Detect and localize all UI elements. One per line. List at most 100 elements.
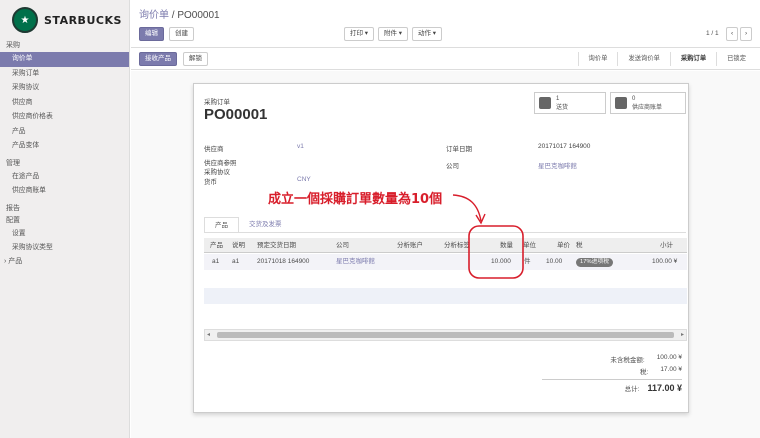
breadcrumb: 询价单 / PO00001 (139, 6, 220, 21)
annotation-text: 成立一個採購訂單數量為10個 (268, 192, 443, 207)
row-uom: 件 (524, 258, 531, 265)
menu-item-incoming-products[interactable]: 在途产品 (0, 170, 129, 185)
form-tabs: 产品 交货及发票 (204, 217, 292, 233)
order-date-label: 订单日期 (446, 146, 472, 153)
menu-item-products[interactable]: 产品 (0, 125, 129, 140)
menu-item-vendor-pricelists[interactable]: 供应商价格表 (0, 110, 129, 125)
col-unit-price[interactable]: 单价 (557, 238, 570, 253)
horizontal-scrollbar[interactable]: ◂ ▸ (204, 329, 687, 341)
menu-item-purchase-agreements[interactable]: 采购协议 (0, 81, 129, 96)
status-step-purchase-order[interactable]: 采购订单 (669, 52, 716, 66)
status-step-locked[interactable]: 已锁定 (716, 52, 756, 66)
receive-products-button[interactable]: 接收产品 (139, 52, 177, 66)
row-quantity: 10.000 (491, 258, 511, 265)
order-lines-header: 产品 说明 预定交货日期 公司 分析账户 分析标签 数量 单位 单价 税 小计 (204, 238, 687, 253)
edit-bill-icon (615, 97, 627, 109)
menu-item-rfq[interactable]: 询价单 (0, 52, 129, 67)
tab-products[interactable]: 产品 (204, 217, 239, 233)
brand-logo[interactable]: ★ STARBUCKS (0, 0, 129, 40)
doc-type-label: 采购订单 (204, 99, 230, 106)
brand-name: STARBUCKS (44, 13, 122, 27)
vendor-bills-text: 0 供应商账单 (632, 95, 663, 111)
pager-prev-button[interactable]: ‹ (726, 27, 739, 41)
status-steps: 询价单 发送询价单 采购订单 已锁定 (577, 52, 756, 66)
menu-item-settings[interactable]: 设置 (0, 227, 129, 242)
col-analytic-account[interactable]: 分析账户 (397, 238, 423, 253)
untaxed-value: 100.00 ¥ (656, 354, 682, 361)
vendor-value[interactable]: v1 (297, 143, 304, 150)
table-row[interactable]: a1 a1 20171018 164900 星巴克咖啡館 10.000 件 10… (204, 254, 687, 270)
menu-section-config: 配置 (6, 216, 20, 224)
scroll-right-icon[interactable]: ▸ (681, 331, 684, 338)
col-company[interactable]: 公司 (336, 238, 349, 253)
row-description: a1 (232, 258, 240, 265)
order-date-value: 20171017 164900 (538, 143, 591, 150)
menu-item-product-variants[interactable]: 产品变体 (0, 139, 129, 154)
col-taxes[interactable]: 税 (576, 238, 583, 253)
create-button[interactable]: 创建 (169, 27, 194, 41)
breadcrumb-current: PO00001 (177, 10, 220, 21)
agreement-label: 采购协议 (204, 169, 230, 176)
scroll-thumb[interactable] (217, 332, 674, 338)
pager-value[interactable]: 1 / 1 (706, 30, 719, 37)
tax-label: 税: (640, 369, 649, 376)
currency-value[interactable]: CNY (297, 176, 311, 183)
row-unit-price: 10.00 (546, 258, 563, 265)
print-dropdown[interactable]: 打印 ▾ (344, 27, 375, 41)
menu-section-control: 管理 (6, 159, 20, 167)
menu-item-products-label: 产品 (8, 257, 23, 265)
col-subtotal[interactable]: 小计 (660, 238, 673, 253)
row-tax: 17%进项税 (576, 254, 613, 269)
col-quantity[interactable]: 数量 (500, 238, 513, 253)
currency-label: 货币 (204, 179, 217, 186)
menu-item-purchase-orders[interactable]: 采购订单 (0, 67, 129, 82)
menu-item-vendors[interactable]: 供应商 (0, 96, 129, 111)
main-content: 询价单 / PO00001 编辑 创建 打印 ▾ 附件 ▾ 动作 ▾ 1 / 1… (131, 0, 760, 438)
starbucks-logo-icon: ★ (12, 7, 38, 33)
company-value[interactable]: 星巴克咖啡館 (538, 160, 577, 170)
purchase-order-sheet: 采购订单 PO00001 1 送货 0 供应商账单 供应商 v1 供应商参照 采购协… (193, 83, 689, 413)
col-scheduled-date[interactable]: 预定交货日期 (257, 238, 296, 253)
company-label: 公司 (446, 163, 459, 170)
sidebar: ★ STARBUCKS 采购 询价单 采购订单 采购协议 供应商 供应商价格表 … (0, 0, 130, 438)
col-description[interactable]: 说明 (232, 238, 245, 253)
breadcrumb-parent[interactable]: 询价单 (139, 10, 169, 21)
row-product: a1 (212, 258, 220, 265)
truck-icon (539, 97, 551, 109)
menu-section-purchase: 采购 (6, 42, 20, 49)
status-bar: 接收产品 解锁 询价单 发送询价单 采购订单 已锁定 (131, 48, 760, 70)
untaxed-label: 未含税金额: (610, 357, 645, 364)
col-uom[interactable]: 单位 (523, 238, 536, 253)
scroll-left-icon[interactable]: ◂ (207, 331, 210, 338)
menu-item-vendor-bills[interactable]: 供应商账单 (0, 184, 129, 199)
pager-next-button[interactable]: › (740, 27, 753, 41)
edit-button[interactable]: 编辑 (139, 27, 164, 41)
tab-delivery-invoicing[interactable]: 交货及发票 (239, 217, 292, 233)
col-analytic-tags[interactable]: 分析标签 (444, 238, 470, 253)
shipments-button[interactable]: 1 送货 (534, 92, 606, 114)
totals-block: 未含税金额: 100.00 ¥ 税: 17.00 ¥ 总计: 117.00 ¥ (542, 354, 682, 393)
action-dropdown[interactable]: 动作 ▾ (412, 27, 443, 41)
total-value: 117.00 ¥ (647, 383, 682, 393)
tabs-divider (204, 232, 686, 233)
menu-section-reporting[interactable]: 报告 (0, 203, 129, 215)
empty-row (204, 288, 687, 304)
unlock-button[interactable]: 解锁 (183, 52, 208, 66)
doc-number: PO00001 (204, 106, 268, 123)
status-step-rfq[interactable]: 询价单 (577, 52, 618, 66)
row-subtotal: 100.00 ¥ (652, 258, 678, 265)
tax-badge: 17%进项税 (576, 258, 613, 267)
shipments-text: 1 送货 (556, 95, 569, 111)
vendor-label: 供应商 (204, 146, 224, 153)
tax-value: 17.00 ¥ (660, 366, 682, 373)
breadcrumb-separator: / (171, 10, 175, 21)
vendor-bills-button[interactable]: 0 供应商账单 (610, 92, 686, 114)
col-product[interactable]: 产品 (210, 238, 223, 253)
attachment-dropdown[interactable]: 附件 ▾ (378, 27, 409, 41)
menu-item-agreement-types[interactable]: 采购协议类型 (0, 241, 129, 256)
row-scheduled-date: 20171018 164900 (257, 258, 310, 265)
menu-item-products-collapsed[interactable]: › 产品 (0, 256, 129, 268)
row-company[interactable]: 星巴克咖啡館 (336, 254, 375, 269)
total-label: 总计: (624, 386, 640, 393)
status-step-rfq-sent[interactable]: 发送询价单 (617, 52, 669, 66)
